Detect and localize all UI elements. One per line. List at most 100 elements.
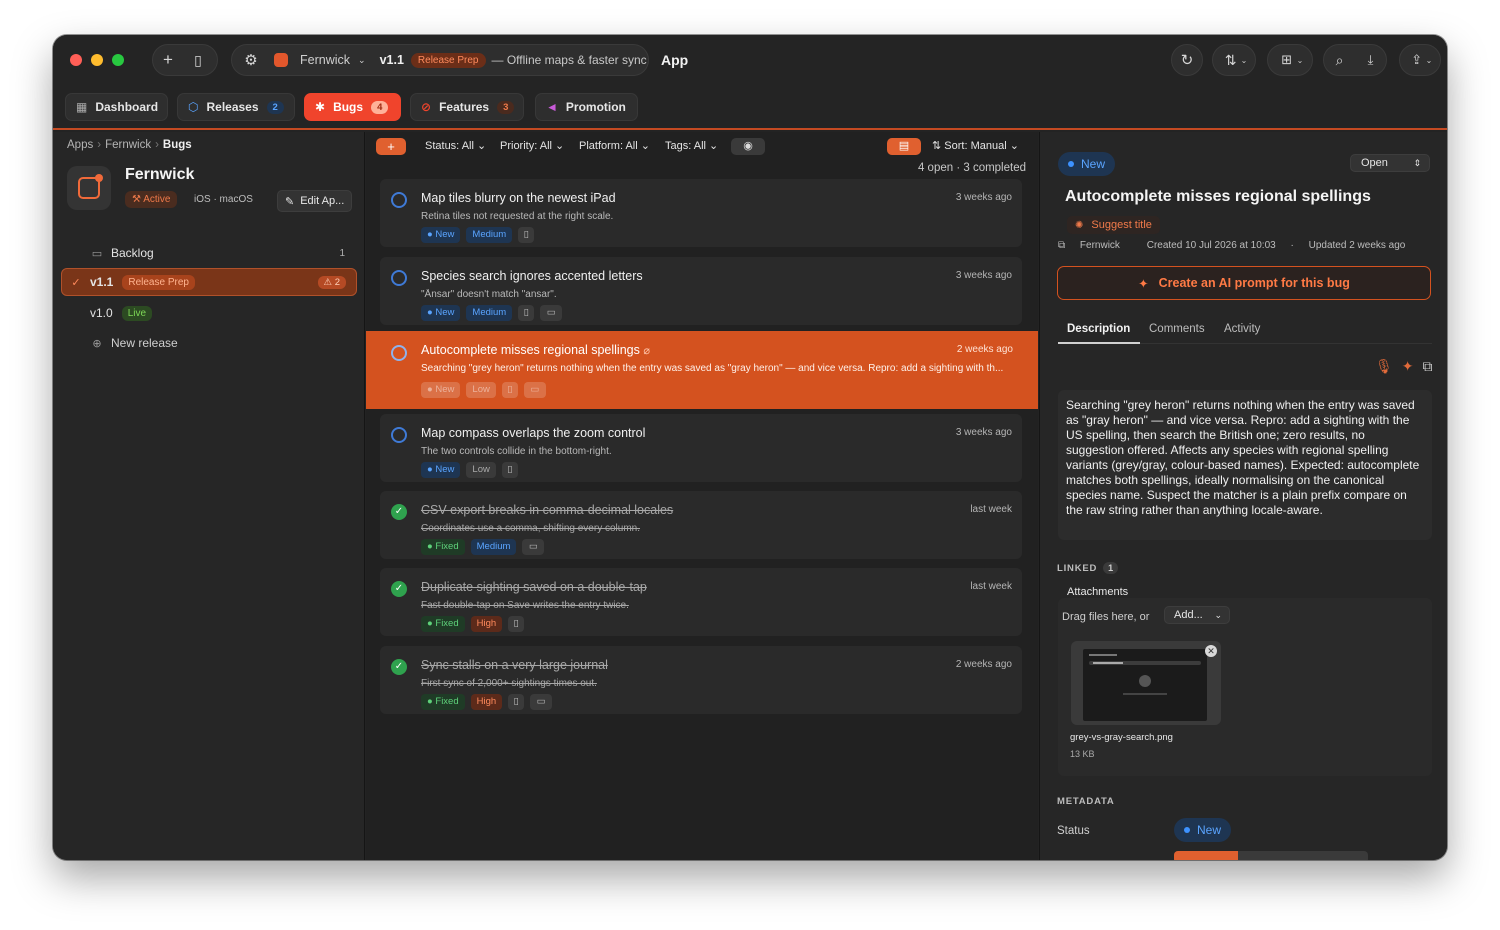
zoom-window-button[interactable] [112,54,124,66]
list-item[interactable]: ✓ CSV export breaks in comma-decimal loc… [380,491,1022,559]
priority-segmented-control[interactable] [1174,851,1368,860]
release-status-badge: Live [121,305,153,321]
priority-badge: Low [466,462,496,478]
remove-attachment-icon[interactable]: ✕ [1205,645,1217,657]
sidebar-toggle-icon[interactable]: ▯ [183,45,213,75]
download-icon[interactable]: ⤓ [1356,45,1386,75]
checkmark-circle-icon[interactable]: ✓ [391,504,407,520]
sidebar-item-label: New release [111,336,178,350]
breadcrumb-project[interactable]: Fernwick [105,139,151,151]
plus-icon[interactable]: + [153,45,183,75]
hammer-icon: ⚒ [132,194,144,205]
project-selector[interactable]: Fernwick [300,53,350,67]
bug-title: CSV export breaks in comma-decimal local… [421,503,674,517]
sparkle-icon[interactable]: ✦ [1402,358,1414,374]
priority-filter[interactable]: Priority: All ⌄ [500,139,564,152]
sort-menu[interactable]: ⇅ Sort: Manual ⌄ [932,139,1019,152]
priority-badge: High [470,694,503,710]
app-icon [67,166,111,210]
eye-icon: ◉ [743,140,753,152]
sparkle-icon: ✦ [1138,276,1149,291]
priority-badge: Medium [470,539,517,555]
filter-label: Status: All [425,140,474,152]
sort-label: Sort: Manual [944,140,1007,152]
minimize-window-button[interactable] [91,54,103,66]
attachments-drop-zone[interactable]: Drag files here, or Add... ⌄ ✕ grey-vs-gr… [1058,598,1432,776]
checkmark-circle-icon[interactable]: ✓ [391,581,407,597]
platform-filter[interactable]: Platform: All ⌄ [579,139,650,152]
add-label: Add... [1174,609,1203,621]
platforms-label: iOS · macOS [194,194,253,205]
sync-menu-button[interactable]: ⇅ ⌄ [1212,44,1256,76]
status-circle-icon[interactable] [391,345,407,361]
metadata-status-badge[interactable]: New [1174,818,1232,842]
view-mode-button[interactable]: ▤ [887,138,921,155]
attachment-thumbnail[interactable]: ✕ [1071,641,1221,725]
status-text: Active [143,194,171,205]
status-text: New [1081,157,1106,171]
project-link[interactable]: ⧉ Fernwick [1058,240,1132,251]
tab-activity[interactable]: Activity [1224,323,1260,335]
linked-section-label: LINKED 1 [1057,562,1119,574]
status-circle-icon[interactable] [391,192,407,208]
tab-description[interactable]: Description [1067,323,1130,335]
tab-features[interactable]: ⊘ Features 3 [410,93,524,121]
list-item[interactable]: Map tiles blurry on the newest iPad Reti… [380,179,1022,247]
description-text[interactable]: Searching "grey heron" returns nothing w… [1058,390,1432,540]
grid-icon: ▦ [76,100,88,114]
bug-title: Map tiles blurry on the newest iPad [421,191,616,205]
sidebar-item-label: v1.0 [90,306,113,320]
priority-segment-selected[interactable] [1174,851,1238,860]
tab-promotion[interactable]: ◄ Promotion [535,93,638,121]
tab-count-badge: 2 [266,100,284,114]
tab-comments[interactable]: Comments [1149,323,1205,335]
add-bug-button[interactable]: + [376,138,406,155]
checkmark-icon: ✓ [71,276,81,289]
edit-app-button[interactable]: ✎ Edit Ap... [277,190,353,212]
new-release-button[interactable]: ⊕ New release [61,330,357,356]
bug-meta-line: ⧉ Fernwick Created 10 Jul 2026 at 10:03 … [1058,240,1417,251]
state-select[interactable]: Open ⇕ [1350,154,1430,172]
project-status-badge: ⚒ Active [125,191,178,208]
tab-bugs[interactable]: ✱ Bugs 4 [304,93,401,121]
search-icon[interactable]: ⌕ [1325,45,1355,75]
tab-dashboard[interactable]: ▦ Dashboard [65,93,168,121]
create-ai-prompt-button[interactable]: ✦ Create an AI prompt for this bug [1057,266,1431,300]
close-window-button[interactable] [70,54,82,66]
phone-icon: ▯ [501,462,518,478]
chevron-down-icon: ⌄ [1214,610,1222,620]
bug-timestamp: 3 weeks ago [955,192,1012,203]
sidebar-item-v1-0[interactable]: v1.0 Live [61,300,357,326]
copy-icon[interactable]: ⧉ [1423,358,1433,374]
status-badge[interactable]: New [1058,152,1116,176]
status-circle-icon[interactable] [391,270,407,286]
gear-icon[interactable]: ⚙ [236,45,266,75]
sidebar-item-v1-1[interactable]: ✓ v1.1 Release Prep ⚠ 2 [61,268,357,296]
add-menu-button[interactable]: ⊞ ⌄ [1267,44,1313,76]
show-completed-toggle[interactable]: ◉ [731,138,765,155]
microphone-icon[interactable]: 🎙︎ [1375,358,1393,374]
priority-badge: Low [466,382,496,398]
list-item-selected[interactable]: Autocomplete misses regional spellings ⌀… [366,331,1038,409]
list-item[interactable]: ✓ Duplicate sighting saved on a double-t… [380,568,1022,636]
status-circle-icon[interactable] [391,427,407,443]
list-item[interactable]: Map compass overlaps the zoom control Th… [380,414,1022,482]
tags-filter[interactable]: Tags: All ⌄ [665,139,718,152]
list-item[interactable]: ✓ Sync stalls on a very large journal Fi… [380,646,1022,714]
add-attachment-dropdown[interactable]: Add... ⌄ [1164,606,1230,624]
bug-detail-title[interactable]: Autocomplete misses regional spellings [1065,188,1371,206]
suggest-title-button[interactable]: ✺ Suggest title [1067,216,1160,234]
filter-label: Tags: All [665,140,706,152]
tab-releases[interactable]: ⬡ Releases 2 [177,93,295,121]
share-icon: ⇪ [1411,52,1423,67]
status-badge: ● Fixed [421,616,465,632]
bug-counts: 4 open · 3 completed [917,162,1026,174]
breadcrumb-apps[interactable]: Apps [67,139,93,151]
status-filter[interactable]: Status: All ⌄ [425,139,486,152]
refresh-button[interactable]: ↻ [1171,44,1203,76]
checkmark-circle-icon[interactable]: ✓ [391,659,407,675]
list-item[interactable]: Species search ignores accented letters … [380,257,1022,325]
share-menu-button[interactable]: ⇪ ⌄ [1399,44,1441,76]
version-subtitle: — Offline maps & faster sync [491,53,647,67]
sidebar-item-backlog[interactable]: ▭ Backlog 1 [61,240,357,266]
